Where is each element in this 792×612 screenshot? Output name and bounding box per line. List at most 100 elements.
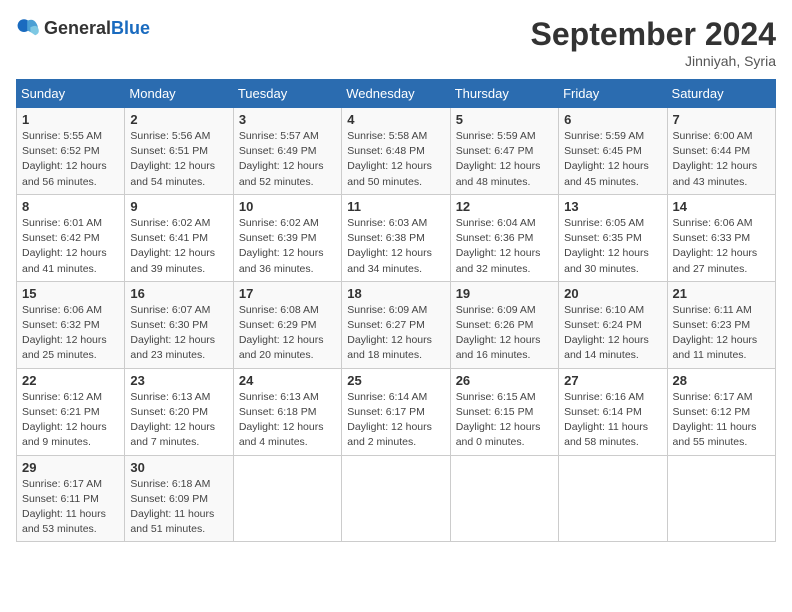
empty-cell	[667, 455, 775, 542]
day-cell-20: 20 Sunrise: 6:10 AMSunset: 6:24 PMDaylig…	[559, 281, 667, 368]
day-number: 11	[347, 199, 444, 214]
day-number: 28	[673, 373, 770, 388]
day-number: 17	[239, 286, 336, 301]
day-detail: Sunrise: 6:14 AMSunset: 6:17 PMDaylight:…	[347, 390, 444, 451]
week-row-4: 22 Sunrise: 6:12 AMSunset: 6:21 PMDaylig…	[17, 368, 776, 455]
header-monday: Monday	[125, 80, 233, 108]
day-cell-7: 7 Sunrise: 6:00 AMSunset: 6:44 PMDayligh…	[667, 108, 775, 195]
week-row-3: 15 Sunrise: 6:06 AMSunset: 6:32 PMDaylig…	[17, 281, 776, 368]
day-detail: Sunrise: 6:17 AMSunset: 6:12 PMDaylight:…	[673, 390, 770, 451]
day-detail: Sunrise: 6:16 AMSunset: 6:14 PMDaylight:…	[564, 390, 661, 451]
empty-cell	[342, 455, 450, 542]
header-tuesday: Tuesday	[233, 80, 341, 108]
day-number: 25	[347, 373, 444, 388]
day-number: 21	[673, 286, 770, 301]
day-detail: Sunrise: 6:01 AMSunset: 6:42 PMDaylight:…	[22, 216, 119, 277]
header-sunday: Sunday	[17, 80, 125, 108]
logo-text: GeneralBlue	[44, 18, 150, 39]
day-number: 8	[22, 199, 119, 214]
day-number: 30	[130, 460, 227, 475]
day-cell-18: 18 Sunrise: 6:09 AMSunset: 6:27 PMDaylig…	[342, 281, 450, 368]
day-detail: Sunrise: 6:15 AMSunset: 6:15 PMDaylight:…	[456, 390, 553, 451]
day-cell-23: 23 Sunrise: 6:13 AMSunset: 6:20 PMDaylig…	[125, 368, 233, 455]
week-row-5: 29 Sunrise: 6:17 AMSunset: 6:11 PMDaylig…	[17, 455, 776, 542]
day-detail: Sunrise: 6:02 AMSunset: 6:39 PMDaylight:…	[239, 216, 336, 277]
day-detail: Sunrise: 5:56 AMSunset: 6:51 PMDaylight:…	[130, 129, 227, 190]
day-number: 16	[130, 286, 227, 301]
day-detail: Sunrise: 5:59 AMSunset: 6:47 PMDaylight:…	[456, 129, 553, 190]
day-number: 24	[239, 373, 336, 388]
day-detail: Sunrise: 6:17 AMSunset: 6:11 PMDaylight:…	[22, 477, 119, 538]
day-detail: Sunrise: 6:02 AMSunset: 6:41 PMDaylight:…	[130, 216, 227, 277]
day-cell-21: 21 Sunrise: 6:11 AMSunset: 6:23 PMDaylig…	[667, 281, 775, 368]
day-cell-26: 26 Sunrise: 6:15 AMSunset: 6:15 PMDaylig…	[450, 368, 558, 455]
day-number: 1	[22, 112, 119, 127]
day-detail: Sunrise: 6:00 AMSunset: 6:44 PMDaylight:…	[673, 129, 770, 190]
day-detail: Sunrise: 6:06 AMSunset: 6:33 PMDaylight:…	[673, 216, 770, 277]
day-cell-13: 13 Sunrise: 6:05 AMSunset: 6:35 PMDaylig…	[559, 194, 667, 281]
day-number: 4	[347, 112, 444, 127]
day-detail: Sunrise: 6:05 AMSunset: 6:35 PMDaylight:…	[564, 216, 661, 277]
day-cell-1: 1 Sunrise: 5:55 AMSunset: 6:52 PMDayligh…	[17, 108, 125, 195]
day-number: 5	[456, 112, 553, 127]
day-cell-12: 12 Sunrise: 6:04 AMSunset: 6:36 PMDaylig…	[450, 194, 558, 281]
header-friday: Friday	[559, 80, 667, 108]
day-number: 18	[347, 286, 444, 301]
day-cell-28: 28 Sunrise: 6:17 AMSunset: 6:12 PMDaylig…	[667, 368, 775, 455]
empty-cell	[233, 455, 341, 542]
day-number: 23	[130, 373, 227, 388]
day-cell-4: 4 Sunrise: 5:58 AMSunset: 6:48 PMDayligh…	[342, 108, 450, 195]
day-cell-19: 19 Sunrise: 6:09 AMSunset: 6:26 PMDaylig…	[450, 281, 558, 368]
day-detail: Sunrise: 5:55 AMSunset: 6:52 PMDaylight:…	[22, 129, 119, 190]
day-number: 2	[130, 112, 227, 127]
week-row-1: 1 Sunrise: 5:55 AMSunset: 6:52 PMDayligh…	[17, 108, 776, 195]
day-number: 22	[22, 373, 119, 388]
day-number: 9	[130, 199, 227, 214]
empty-cell	[450, 455, 558, 542]
day-cell-30: 30 Sunrise: 6:18 AMSunset: 6:09 PMDaylig…	[125, 455, 233, 542]
day-cell-14: 14 Sunrise: 6:06 AMSunset: 6:33 PMDaylig…	[667, 194, 775, 281]
day-detail: Sunrise: 6:07 AMSunset: 6:30 PMDaylight:…	[130, 303, 227, 364]
day-cell-25: 25 Sunrise: 6:14 AMSunset: 6:17 PMDaylig…	[342, 368, 450, 455]
header-saturday: Saturday	[667, 80, 775, 108]
day-number: 12	[456, 199, 553, 214]
day-number: 19	[456, 286, 553, 301]
header: GeneralBlue September 2024 Jinniyah, Syr…	[16, 16, 776, 69]
day-cell-3: 3 Sunrise: 5:57 AMSunset: 6:49 PMDayligh…	[233, 108, 341, 195]
day-cell-27: 27 Sunrise: 6:16 AMSunset: 6:14 PMDaylig…	[559, 368, 667, 455]
day-cell-5: 5 Sunrise: 5:59 AMSunset: 6:47 PMDayligh…	[450, 108, 558, 195]
day-number: 6	[564, 112, 661, 127]
header-thursday: Thursday	[450, 80, 558, 108]
day-detail: Sunrise: 6:09 AMSunset: 6:26 PMDaylight:…	[456, 303, 553, 364]
day-cell-8: 8 Sunrise: 6:01 AMSunset: 6:42 PMDayligh…	[17, 194, 125, 281]
logo-general: General	[44, 18, 111, 38]
day-detail: Sunrise: 5:57 AMSunset: 6:49 PMDaylight:…	[239, 129, 336, 190]
day-number: 3	[239, 112, 336, 127]
day-number: 29	[22, 460, 119, 475]
day-cell-11: 11 Sunrise: 6:03 AMSunset: 6:38 PMDaylig…	[342, 194, 450, 281]
logo: GeneralBlue	[16, 16, 150, 40]
day-cell-16: 16 Sunrise: 6:07 AMSunset: 6:30 PMDaylig…	[125, 281, 233, 368]
day-detail: Sunrise: 6:10 AMSunset: 6:24 PMDaylight:…	[564, 303, 661, 364]
day-detail: Sunrise: 6:18 AMSunset: 6:09 PMDaylight:…	[130, 477, 227, 538]
day-number: 26	[456, 373, 553, 388]
header-wednesday: Wednesday	[342, 80, 450, 108]
logo-blue: Blue	[111, 18, 150, 38]
day-number: 27	[564, 373, 661, 388]
day-detail: Sunrise: 6:12 AMSunset: 6:21 PMDaylight:…	[22, 390, 119, 451]
week-row-2: 8 Sunrise: 6:01 AMSunset: 6:42 PMDayligh…	[17, 194, 776, 281]
calendar-table: Sunday Monday Tuesday Wednesday Thursday…	[16, 79, 776, 542]
day-detail: Sunrise: 5:58 AMSunset: 6:48 PMDaylight:…	[347, 129, 444, 190]
day-cell-10: 10 Sunrise: 6:02 AMSunset: 6:39 PMDaylig…	[233, 194, 341, 281]
day-detail: Sunrise: 6:06 AMSunset: 6:32 PMDaylight:…	[22, 303, 119, 364]
month-year-title: September 2024	[531, 16, 776, 53]
day-detail: Sunrise: 6:08 AMSunset: 6:29 PMDaylight:…	[239, 303, 336, 364]
day-number: 15	[22, 286, 119, 301]
title-area: September 2024 Jinniyah, Syria	[531, 16, 776, 69]
day-detail: Sunrise: 6:03 AMSunset: 6:38 PMDaylight:…	[347, 216, 444, 277]
day-number: 7	[673, 112, 770, 127]
day-detail: Sunrise: 6:11 AMSunset: 6:23 PMDaylight:…	[673, 303, 770, 364]
day-cell-22: 22 Sunrise: 6:12 AMSunset: 6:21 PMDaylig…	[17, 368, 125, 455]
day-cell-29: 29 Sunrise: 6:17 AMSunset: 6:11 PMDaylig…	[17, 455, 125, 542]
empty-cell	[559, 455, 667, 542]
